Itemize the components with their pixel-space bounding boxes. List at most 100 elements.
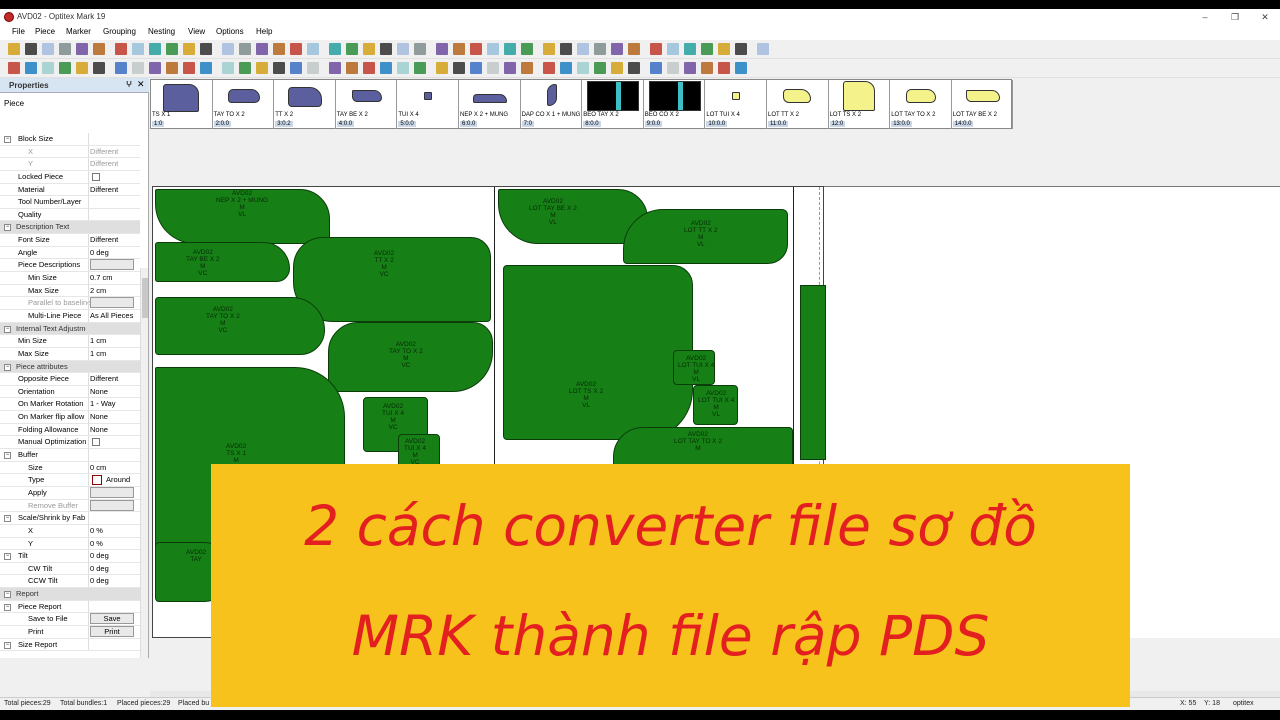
secondary-tool-21-icon[interactable]: [363, 62, 375, 74]
main-tool-38-icon[interactable]: [667, 43, 679, 55]
main-tool-30-icon[interactable]: [521, 43, 533, 55]
marker-piece-13[interactable]: AVD02 LOT TUI X 4 M VL: [693, 385, 738, 425]
menu-nesting[interactable]: Nesting: [148, 27, 175, 36]
property-row-11[interactable]: Piece Descriptions: [0, 259, 140, 273]
property-row-13[interactable]: Max Size 2 cm: [0, 284, 140, 298]
minimize-button[interactable]: –: [1190, 10, 1220, 24]
secondary-tool-13-icon[interactable]: [222, 62, 234, 74]
property-row-29[interactable]: Apply: [0, 486, 140, 500]
property-value[interactable]: None: [90, 387, 138, 396]
secondary-tool-14-icon[interactable]: [239, 62, 251, 74]
secondary-tool-40-icon[interactable]: [701, 62, 713, 74]
property-row-24[interactable]: Folding Allowance None: [0, 423, 140, 437]
secondary-tool-9-icon[interactable]: [149, 62, 161, 74]
menu-piece[interactable]: Piece: [35, 27, 55, 36]
palette-piece-10[interactable]: LOT TUI X 4 10:0.0: [705, 80, 767, 129]
collapse-toggle-icon[interactable]: −: [4, 224, 11, 232]
main-tool-9-icon[interactable]: [149, 43, 161, 55]
main-tool-6-icon[interactable]: [93, 43, 105, 55]
main-tool-23-icon[interactable]: [397, 43, 409, 55]
secondary-tool-8-icon[interactable]: [132, 62, 144, 74]
property-value[interactable]: None: [90, 412, 138, 421]
property-value[interactable]: 0 cm: [90, 463, 138, 472]
main-tool-16-icon[interactable]: [273, 43, 285, 55]
property-row-32[interactable]: X0 %: [0, 524, 140, 538]
property-value[interactable]: 2 cm: [90, 286, 138, 295]
secondary-tool-16-icon[interactable]: [273, 62, 285, 74]
pin-icon[interactable]: ⵖ: [126, 80, 132, 89]
buffer-type-swatch[interactable]: [92, 475, 102, 486]
property-row-15[interactable]: Multi-Line Piece As All Pieces: [0, 309, 140, 323]
property-row-6[interactable]: Tool Number/Layer: [0, 196, 140, 209]
property-row-10[interactable]: Angle 0 deg: [0, 246, 140, 260]
main-tool-3-icon[interactable]: [42, 43, 54, 55]
close-window-button[interactable]: ✕: [1250, 10, 1280, 24]
main-tool-18-icon[interactable]: [307, 43, 319, 55]
main-tool-14-icon[interactable]: [239, 43, 251, 55]
main-tool-24-icon[interactable]: [414, 43, 426, 55]
palette-piece-7[interactable]: DAP CO X 1 + MUNG 7:0: [521, 80, 583, 129]
palette-piece-2[interactable]: TAY TO X 2 2:0.0: [213, 80, 275, 129]
property-row-19[interactable]: − Piece attributes: [0, 360, 140, 374]
menu-help[interactable]: Help: [256, 27, 272, 36]
marker-piece-1[interactable]: AVD02 NEP X 2 + MUNG M VL: [155, 189, 330, 244]
property-checkbox[interactable]: [92, 172, 100, 181]
secondary-tool-32-icon[interactable]: [560, 62, 572, 74]
property-row-16[interactable]: −Internal Text Adjustment: [0, 322, 140, 336]
secondary-tool-37-icon[interactable]: [650, 62, 662, 74]
marker-piece-5[interactable]: AVD02 TAY TO X 2 M VC: [328, 322, 493, 392]
secondary-tool-35-icon[interactable]: [611, 62, 623, 74]
property-row-1[interactable]: − Block Size: [0, 133, 140, 146]
main-tool-8-icon[interactable]: [132, 43, 144, 55]
menu-file[interactable]: File: [12, 27, 25, 36]
property-button[interactable]: [90, 486, 134, 498]
marker-piece-12[interactable]: AVD02 LOT TUI X 4 M VL: [673, 350, 715, 385]
main-tool-19-icon[interactable]: [329, 43, 341, 55]
property-row-5[interactable]: Material Different: [0, 183, 140, 197]
main-tool-12-icon[interactable]: [200, 43, 212, 55]
property-value[interactable]: 0.7 cm: [90, 273, 138, 282]
main-tool-1-icon[interactable]: [8, 43, 20, 55]
collapse-toggle-icon[interactable]: −: [4, 641, 11, 649]
property-row-21[interactable]: Orientation None: [0, 385, 140, 399]
secondary-tool-11-icon[interactable]: [183, 62, 195, 74]
close-panel-icon[interactable]: ✕: [137, 79, 145, 90]
main-tool-7-icon[interactable]: [115, 43, 127, 55]
menu-options[interactable]: Options: [216, 27, 244, 36]
main-tool-34-icon[interactable]: [594, 43, 606, 55]
property-row-33[interactable]: Y0 %: [0, 537, 140, 551]
property-row-12[interactable]: Min Size 0.7 cm: [0, 272, 140, 285]
property-value[interactable]: Different: [90, 235, 138, 244]
property-row-20[interactable]: Opposite Piece Different: [0, 373, 140, 386]
main-tool-42-icon[interactable]: [735, 43, 747, 55]
main-tool-17-icon[interactable]: [290, 43, 302, 55]
property-row-23[interactable]: On Marker flip allow None: [0, 411, 140, 424]
secondary-tool-22-icon[interactable]: [380, 62, 392, 74]
property-value[interactable]: 0 deg: [90, 248, 138, 257]
collapse-toggle-icon[interactable]: −: [4, 363, 11, 371]
palette-piece-3[interactable]: TT X 2 3:0.2: [274, 80, 336, 129]
collapse-toggle-icon[interactable]: −: [4, 325, 11, 333]
property-row-2[interactable]: X Different: [0, 145, 140, 159]
secondary-tool-26-icon[interactable]: [453, 62, 465, 74]
secondary-tool-36-icon[interactable]: [628, 62, 640, 74]
main-tool-2-icon[interactable]: [25, 43, 37, 55]
property-value[interactable]: Different: [90, 159, 138, 168]
property-value[interactable]: 0 %: [90, 526, 138, 535]
secondary-tool-38-icon[interactable]: [667, 62, 679, 74]
secondary-tool-33-icon[interactable]: [577, 62, 589, 74]
main-tool-31-icon[interactable]: [543, 43, 555, 55]
collapse-toggle-icon[interactable]: −: [4, 515, 11, 523]
property-row-4[interactable]: Locked Piece: [0, 170, 140, 184]
property-row-39[interactable]: Save to File Save: [0, 613, 140, 626]
marker-piece-3[interactable]: AVD02 TT X 2 M VC: [293, 237, 491, 322]
binding-strip-piece[interactable]: [800, 285, 826, 460]
secondary-tool-41-icon[interactable]: [718, 62, 730, 74]
property-row-28[interactable]: Type Around: [0, 474, 140, 487]
main-tool-36-icon[interactable]: [628, 43, 640, 55]
collapse-toggle-icon[interactable]: −: [4, 553, 11, 561]
collapse-toggle-icon[interactable]: −: [4, 452, 11, 460]
main-tool-26-icon[interactable]: [453, 43, 465, 55]
palette-piece-11[interactable]: LOT TT X 2 11:0.0: [767, 80, 829, 129]
property-row-7[interactable]: Quality: [0, 208, 140, 222]
